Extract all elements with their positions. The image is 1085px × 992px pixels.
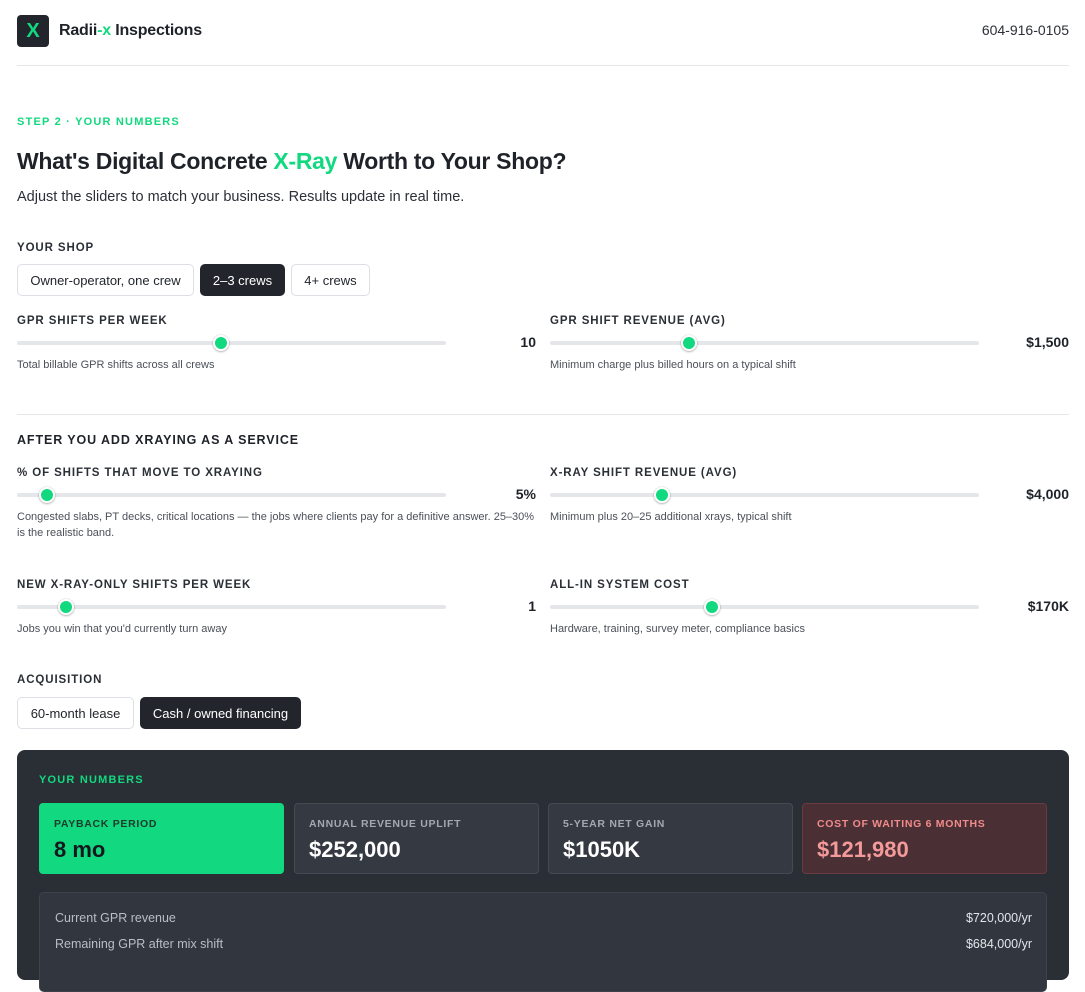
gpr-revenue-slider-handle[interactable] xyxy=(681,335,698,351)
cost-of-waiting-card-value: $121,980 xyxy=(817,837,909,862)
revenue-uplift-card: ANNUAL REVENUE UPLIFT $252,000 xyxy=(294,803,539,874)
gpr-shifts-slider-handle[interactable] xyxy=(212,335,229,351)
net-gain-card: 5-YEAR NET GAIN $1050K xyxy=(548,803,793,874)
xray-pct-label: % OF SHIFTS THAT MOVE TO XRAYING xyxy=(17,467,263,479)
gpr-revenue-help: Minimum charge plus billed hours on a ty… xyxy=(550,359,796,371)
net-gain-card-value: $1050K xyxy=(563,837,641,862)
cost-of-waiting-card-label: COST OF WAITING 6 MONTHS xyxy=(817,818,986,830)
gpr-shifts-field: GPR SHIFTS PER WEEK 10 Total billable GP… xyxy=(17,315,536,375)
payback-card: PAYBACK PERIOD 8 mo xyxy=(39,803,284,874)
gpr-shifts-value: 10 xyxy=(520,334,536,350)
new-shifts-field: NEW X-RAY-ONLY SHIFTS PER WEEK 1 Jobs yo… xyxy=(17,579,536,639)
system-cost-help: Hardware, training, survey meter, compli… xyxy=(550,623,805,635)
gpr-shifts-help: Total billable GPR shifts across all cre… xyxy=(17,359,215,371)
page-title: What's Digital Concrete X-Ray Worth to Y… xyxy=(17,148,567,175)
page-title-part: What's Digital Concrete xyxy=(17,148,274,174)
acquisition-section-label: ACQUISITION xyxy=(17,674,103,686)
payback-card-label: PAYBACK PERIOD xyxy=(54,818,158,830)
breakdown-row-value: $684,000/yr xyxy=(965,937,1032,951)
system-cost-slider-handle[interactable] xyxy=(704,599,721,615)
gpr-revenue-field: GPR SHIFT REVENUE (AVG) $1,500 Minimum c… xyxy=(550,315,1069,375)
system-cost-value: $170K xyxy=(1027,598,1069,614)
cost-of-waiting-card: COST OF WAITING 6 MONTHS $121,980 xyxy=(802,803,1047,874)
brand-name[interactable]: Radii-x Inspections xyxy=(59,22,202,40)
gpr-revenue-label: GPR SHIFT REVENUE (AVG) xyxy=(550,315,726,327)
results-panel: YOUR NUMBERS PAYBACK PERIOD 8 mo ANNUAL … xyxy=(17,750,1069,992)
new-shifts-slider[interactable] xyxy=(17,599,446,615)
xray-pct-value: 5% xyxy=(515,486,536,502)
breakdown-row: Remaining GPR after mix shift $684,000/y… xyxy=(55,937,1032,951)
brand-name-suffix: Inspections xyxy=(110,22,202,39)
shop-option-4-plus-crews[interactable]: 4+ crews xyxy=(291,264,370,296)
breakdown-row-label: Current GPR revenue xyxy=(55,911,176,925)
phone-link[interactable]: 604-916-0105 xyxy=(982,22,1069,38)
xray-pct-slider[interactable] xyxy=(17,487,446,503)
logo-icon[interactable]: X xyxy=(17,15,49,47)
system-cost-field: ALL-IN SYSTEM COST $170K Hardware, train… xyxy=(550,579,1069,639)
gpr-shifts-label: GPR SHIFTS PER WEEK xyxy=(17,315,168,327)
acquisition-option-cash[interactable]: Cash / owned financing xyxy=(140,697,301,729)
gpr-revenue-slider[interactable] xyxy=(550,335,979,351)
xray-revenue-field: X-RAY SHIFT REVENUE (AVG) $4,000 Minimum… xyxy=(550,467,1069,547)
section-divider xyxy=(17,414,1069,415)
page-title-accent: X-Ray xyxy=(273,148,338,174)
xray-pct-field: % OF SHIFTS THAT MOVE TO XRAYING 5% Cong… xyxy=(17,467,536,547)
new-shifts-slider-handle[interactable] xyxy=(58,599,75,615)
page-subtitle: Adjust the sliders to match your busines… xyxy=(17,189,465,205)
breakdown-row-label: Remaining GPR after mix shift xyxy=(55,937,224,951)
shop-section-label: YOUR SHOP xyxy=(17,242,95,254)
brand-name-accent: -x xyxy=(97,22,111,39)
page-title-suffix: Worth to Your Shop? xyxy=(337,148,567,174)
revenue-uplift-card-value: $252,000 xyxy=(309,837,401,862)
xray-revenue-value: $4,000 xyxy=(1026,486,1069,502)
step-eyebrow: STEP 2 · YOUR NUMBERS xyxy=(17,116,180,128)
breakdown-row: Current GPR revenue $720,000/yr xyxy=(55,911,1032,925)
breakdown-row-value: $720,000/yr xyxy=(965,911,1032,925)
payback-card-value: 8 mo xyxy=(54,837,106,862)
acquisition-option-lease[interactable]: 60-month lease xyxy=(17,697,134,729)
gpr-shifts-slider[interactable] xyxy=(17,335,446,351)
revenue-breakdown: Current GPR revenue $720,000/yr Remainin… xyxy=(39,892,1047,992)
brand-name-part: Radii xyxy=(59,22,98,39)
system-cost-slider[interactable] xyxy=(550,599,979,615)
net-gain-card-label: 5-YEAR NET GAIN xyxy=(563,818,666,830)
xray-revenue-label: X-RAY SHIFT REVENUE (AVG) xyxy=(550,467,738,479)
xray-revenue-help: Minimum plus 20–25 additional xrays, typ… xyxy=(550,511,792,523)
site-header: X Radii-x Inspections 604-916-0105 xyxy=(17,0,1069,66)
shop-option-2-3-crews[interactable]: 2–3 crews xyxy=(200,264,285,296)
xray-pct-slider-handle[interactable] xyxy=(39,487,56,503)
system-cost-label: ALL-IN SYSTEM COST xyxy=(550,579,690,591)
shop-option-owner-operator[interactable]: Owner-operator, one crew xyxy=(17,264,194,296)
new-shifts-label: NEW X-RAY-ONLY SHIFTS PER WEEK xyxy=(17,579,252,591)
new-shifts-help: Jobs you win that you'd currently turn a… xyxy=(17,623,227,635)
xray-pct-help: Congested slabs, PT decks, critical loca… xyxy=(17,511,535,539)
xray-revenue-slider[interactable] xyxy=(550,487,979,503)
results-label: YOUR NUMBERS xyxy=(39,774,144,786)
revenue-uplift-card-label: ANNUAL REVENUE UPLIFT xyxy=(309,818,462,830)
gpr-revenue-value: $1,500 xyxy=(1026,334,1069,350)
after-section-label: AFTER YOU ADD XRAYING AS A SERVICE xyxy=(17,433,300,447)
xray-revenue-slider-handle[interactable] xyxy=(653,487,670,503)
new-shifts-value: 1 xyxy=(528,598,536,614)
